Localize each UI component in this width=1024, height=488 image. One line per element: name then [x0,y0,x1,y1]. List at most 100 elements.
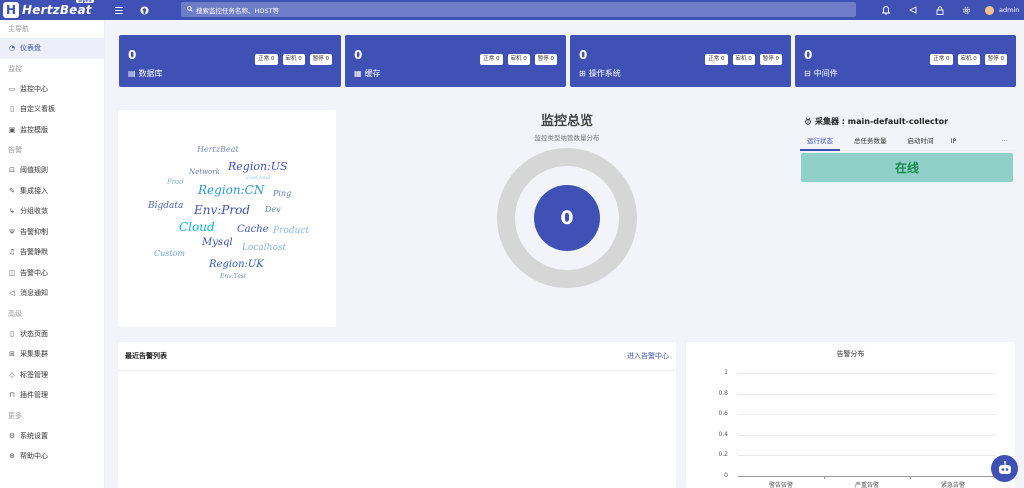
collector-title-text: 采集器 : main-default-collector [815,117,949,126]
lock-icon[interactable] [926,0,953,20]
chatbot-button[interactable] [991,455,1018,482]
user-menu[interactable]: admin [985,5,1020,15]
os-icon: ⊞ [579,69,586,78]
word-custom[interactable]: Custom [154,249,185,258]
card-count: 0 [579,48,588,62]
y-tick-label: 0.8 [718,389,728,397]
card-label-text: 缓存 [364,69,381,78]
tag-normal[interactable]: 正常 0 [705,54,728,65]
collector-status: 在线 [801,153,1013,182]
sidebar-item-group-converge[interactable]: ↳ 分组收敛 [0,201,104,222]
collector-title: 采集器 : main-default-collector [804,116,948,127]
sidebar-item-label: 监控模版 [20,125,48,134]
tag-normal[interactable]: 正常 0 [480,54,503,65]
sidebar-item-threshold-rules[interactable]: ⊡ 阈值规则 [0,160,104,181]
tab-start-time[interactable]: 启动时间 [894,134,941,151]
sidebar-item-system-settings[interactable]: ⚙ 系统设置 [0,426,104,447]
search-icon [187,5,193,14]
tab-total-tasks[interactable]: 总任务数量 [840,134,894,151]
word-env-test[interactable]: Env:Test [220,273,246,280]
sidebar-item-monitor-template[interactable]: ▣ 监控模版 [0,120,104,141]
tag-paused[interactable]: 暂停 0 [534,54,557,65]
tag-down[interactable]: 宕机 0 [732,54,755,65]
sidebar-item-integration[interactable]: ✎ 集成接入 [0,181,104,202]
sidebar-item-label: 集成接入 [20,186,48,195]
tab-more-button[interactable]: ··· [995,134,1015,151]
sidebar-item-cluster[interactable]: ⊞ 采集集群 [0,344,104,365]
word-dev[interactable]: Dev [265,205,281,214]
alert-center-link[interactable]: 进入告警中心 [627,351,669,361]
help-icon: ⊕ [9,452,15,461]
tag-down[interactable]: 宕机 0 [282,54,305,65]
card-status-tags: 正常 0 宕机 0 暂停 0 [930,54,1007,65]
tab-run-status[interactable]: 运行状态 [800,134,840,151]
card-label-text: 中间件 [813,69,838,78]
sidebar-item-monitor-center[interactable]: ▭ 监控中心 [0,79,104,100]
search-input[interactable]: 搜索监控任务名称、HOST等 [181,2,856,17]
chart-gridline [738,434,996,436]
bell-icon[interactable] [872,0,899,20]
card-label-text: 数据库 [138,69,163,78]
logo[interactable]: H HertzBeat alpha [0,0,105,20]
sidebar-item-notify[interactable]: ◁ 消息通知 [0,283,104,304]
tag-paused[interactable]: 暂停 0 [309,54,332,65]
gear-icon[interactable] [953,0,980,20]
x-tick-label: 紧急告警 [940,482,965,488]
word-zoocloud[interactable]: ZooCloud [246,175,270,181]
word-cache[interactable]: Cache [237,224,269,235]
word-ping[interactable]: Ping [273,189,291,198]
word-localhost[interactable]: Localhost [242,243,286,253]
board-icon: ▯ [10,105,14,114]
tag-normal[interactable]: 正常 0 [255,54,278,65]
user-name: admin [999,6,1020,14]
tag-paused[interactable]: 暂停 0 [984,54,1007,65]
sidebar-item-alert-inhibit[interactable]: Ψ 告警抑制 [0,222,104,243]
word-hertzbeat[interactable]: HertzBeat [197,145,239,154]
sidebar-item-status-page[interactable]: ▯ 状态页面 [0,324,104,345]
monitor-icon: ▭ [8,84,16,93]
tab-ip[interactable]: IP [941,134,960,151]
middleware-icon: ⊟ [804,69,811,78]
tag-down[interactable]: 宕机 0 [957,54,980,65]
sidebar-item-help-center[interactable]: ⊕ 帮助中心 [0,446,104,467]
sidebar-item-tag-manage[interactable]: ◇ 标签管理 [0,365,104,386]
sidebar-item-plugin-manage[interactable]: ⊓ 插件管理 [0,385,104,406]
y-tick-label: 0.2 [718,451,728,459]
menu-icon[interactable] [108,0,130,20]
card-database[interactable]: 0 ▤ 数据库 正常 0 宕机 0 暂停 0 [119,35,341,87]
x-axis-line [738,476,996,477]
sidebar-item-label: 帮助中心 [20,452,48,461]
send-icon[interactable] [899,0,926,20]
sidebar-item-alert-silence[interactable]: ♫ 告警静默 [0,242,104,263]
group-icon: ↳ [9,207,15,216]
sidebar-item-alert-center[interactable]: ◫ 告警中心 [0,263,104,284]
card-cache[interactable]: 0 ▦ 缓存 正常 0 宕机 0 暂停 0 [345,35,566,87]
card-label: ⊟ 中间件 [804,68,838,79]
word-mysql[interactable]: Mysql [202,237,233,248]
word-region-us[interactable]: Region:US [228,160,288,173]
tag-normal[interactable]: 正常 0 [930,54,953,65]
word-cloud[interactable]: Cloud [179,220,215,234]
word-network[interactable]: Network [189,168,220,176]
y-tick-label: 0.6 [718,410,728,418]
tag-down[interactable]: 宕机 0 [507,54,530,65]
cluster-icon: ⊞ [9,350,15,359]
database-icon: ▤ [128,69,136,78]
plugin-icon: ⊓ [9,391,15,400]
template-icon: ▣ [8,125,16,134]
card-middleware[interactable]: 0 ⊟ 中间件 正常 0 宕机 0 暂停 0 [795,35,1016,87]
sidebar-item-custom-board[interactable]: ▯ 自定义看板 [0,99,104,120]
word-region-cn[interactable]: Region:CN [198,183,264,197]
tag-paused[interactable]: 暂停 0 [759,54,782,65]
word-prod[interactable]: Prod [167,178,184,186]
github-icon[interactable] [133,0,155,20]
word-bigdata[interactable]: Bigdata [148,201,183,211]
word-product[interactable]: Product [273,226,309,236]
word-region-uk[interactable]: Region:UK [209,259,264,270]
card-os[interactable]: 0 ⊞ 操作系统 正常 0 宕机 0 暂停 0 [570,35,791,87]
sidebar-item-dashboard[interactable]: ◔ 仪表盘 [0,38,104,59]
dashboard-icon: ◔ [8,44,16,53]
word-env-prod[interactable]: Env:Prod [194,203,250,217]
chart-gridline [738,373,996,374]
card-status-tags: 正常 0 宕机 0 暂停 0 [705,54,782,65]
